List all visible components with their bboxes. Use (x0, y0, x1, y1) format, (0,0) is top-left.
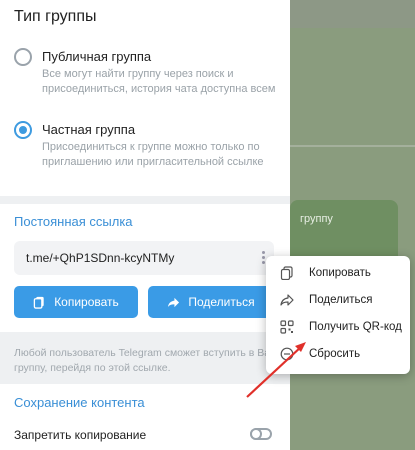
public-group-description: Все могут найти группу через поиск и при… (42, 68, 276, 95)
section-divider (0, 196, 290, 204)
share-button-label: Поделиться (188, 295, 255, 309)
restrict-copy-toggle[interactable] (250, 428, 272, 440)
group-type-title: Тип группы (14, 8, 97, 25)
copy-icon (33, 296, 44, 309)
link-context-menu: Копировать Поделиться Получить QR-код Сб… (266, 256, 410, 374)
menu-item-share[interactable]: Поделиться (266, 287, 410, 314)
chat-bubble-text: группу (300, 213, 333, 225)
share-icon (168, 297, 180, 307)
menu-label-copy: Копировать (309, 267, 371, 279)
group-settings-panel: Тип группы Публичная группа Все могут на… (0, 0, 290, 450)
menu-label-reset: Сбросить (309, 348, 361, 360)
copy-button-label: Копировать (54, 295, 119, 309)
reset-icon (280, 347, 294, 361)
chat-header-strip (290, 0, 415, 28)
chat-divider (290, 145, 415, 147)
menu-label-qr: Получить QR-код (309, 321, 402, 333)
permanent-link-title: Постоянная ссылка (14, 214, 133, 229)
menu-label-share: Поделиться (309, 294, 373, 306)
invite-link-field[interactable]: t.me/+QhP1SDnn-kcyNTMy (14, 241, 274, 275)
invite-link-text: t.me/+QhP1SDnn-kcyNTMy (26, 251, 175, 265)
radio-public-group[interactable] (14, 48, 32, 66)
invite-link-hint: Любой пользователь Telegram сможет вступ… (14, 347, 284, 374)
qr-code-icon (280, 320, 294, 334)
menu-item-reset[interactable]: Сбросить (266, 341, 410, 368)
restrict-copy-label: Запретить копирование (14, 428, 147, 442)
copy-link-button[interactable]: Копировать (14, 286, 138, 318)
share-icon (280, 294, 294, 306)
private-group-description: Присоединиться к группе можно только по … (42, 141, 264, 168)
menu-item-get-qr-code[interactable]: Получить QR-код (266, 314, 410, 341)
public-group-label[interactable]: Публичная группа (42, 49, 151, 64)
menu-item-copy[interactable]: Копировать (266, 260, 410, 287)
private-group-label[interactable]: Частная группа (42, 122, 135, 137)
content-saving-title: Сохранение контента (14, 395, 145, 410)
share-link-button[interactable]: Поделиться (148, 286, 274, 318)
copy-icon (280, 266, 293, 280)
radio-private-group[interactable] (14, 121, 32, 139)
